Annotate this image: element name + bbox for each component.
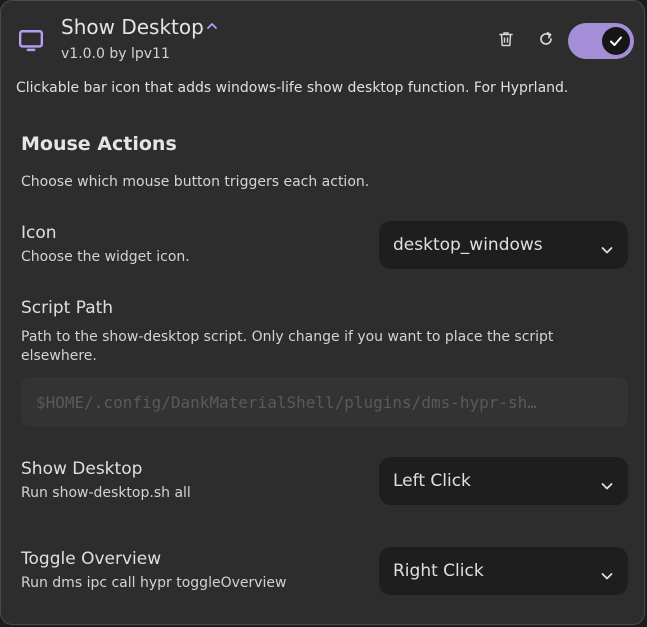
- script-path-placeholder: $HOME/.config/DankMaterialShell/plugins/…: [36, 392, 537, 412]
- collapse-chevron-icon[interactable]: [205, 17, 219, 35]
- plugin-description: Clickable bar icon that adds windows-lif…: [16, 80, 569, 96]
- chevron-down-icon: [600, 566, 614, 580]
- plugin-version: v1.0.0 by lpv11: [61, 46, 170, 62]
- plugin-title: Show Desktop: [61, 15, 204, 39]
- script-path-input[interactable]: $HOME/.config/DankMaterialShell/plugins/…: [21, 377, 628, 427]
- show-desktop-select[interactable]: Left Click: [379, 457, 628, 505]
- enable-toggle[interactable]: [568, 23, 634, 59]
- chevron-down-icon: [600, 476, 614, 490]
- toggle-overview-description: Run dms ipc call hypr toggleOverview: [21, 575, 287, 591]
- plugin-card: Show Desktop v1.0.0 by lpv11 Clickable b…: [0, 0, 645, 625]
- script-path-label: Script Path: [21, 298, 114, 318]
- toggle-overview-select-value: Right Click: [393, 561, 484, 581]
- icon-setting-label: Icon: [21, 223, 57, 243]
- toggle-overview-select[interactable]: Right Click: [379, 547, 628, 595]
- show-desktop-description: Run show-desktop.sh all: [21, 485, 191, 501]
- icon-select[interactable]: desktop_windows: [379, 221, 628, 269]
- section-subtitle: Choose which mouse button triggers each …: [21, 174, 370, 190]
- script-path-description: Path to the show-desktop script. Only ch…: [21, 329, 554, 364]
- trash-icon[interactable]: [497, 30, 515, 48]
- chevron-down-icon: [600, 240, 614, 254]
- toggle-overview-label: Toggle Overview: [21, 549, 162, 569]
- section-title: Mouse Actions: [21, 133, 177, 155]
- monitor-icon: [18, 28, 44, 54]
- check-icon: [602, 27, 630, 55]
- icon-setting-description: Choose the widget icon.: [21, 249, 190, 265]
- icon-select-value: desktop_windows: [393, 235, 543, 255]
- show-desktop-select-value: Left Click: [393, 471, 471, 491]
- reload-icon[interactable]: [537, 30, 555, 48]
- show-desktop-label: Show Desktop: [21, 459, 143, 479]
